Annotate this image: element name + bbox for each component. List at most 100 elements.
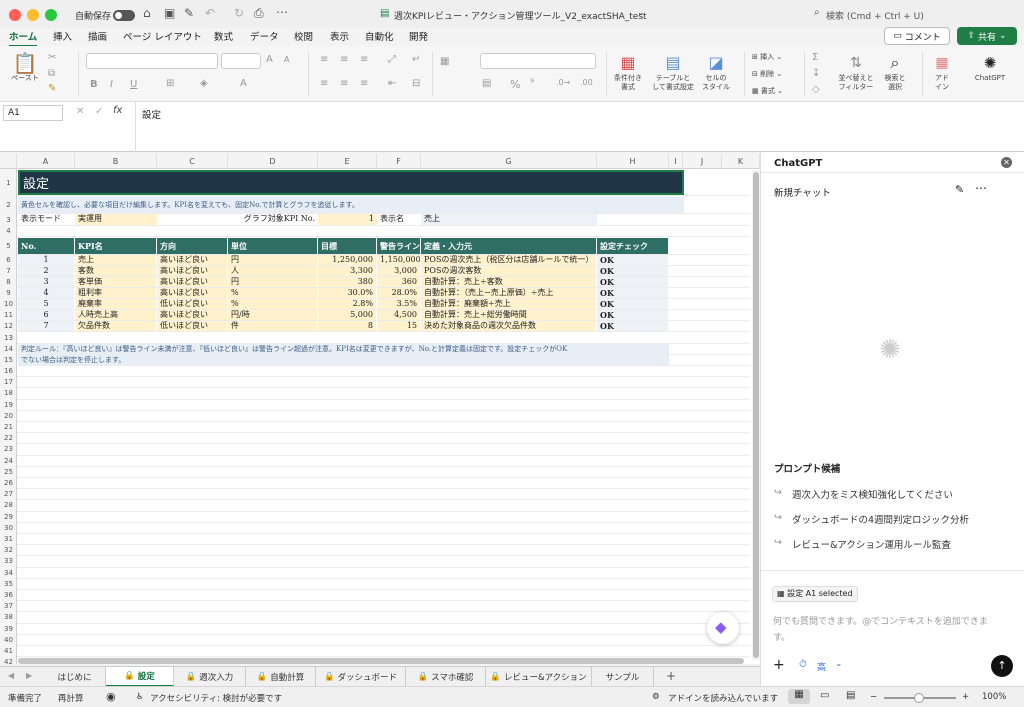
row-header[interactable]: 28	[0, 500, 17, 511]
row-header[interactable]: 41	[0, 646, 17, 657]
row-header[interactable]: 32	[0, 545, 17, 556]
redo-icon[interactable]: ↻	[234, 6, 244, 20]
align-bottom-icon[interactable]: ≡	[360, 54, 368, 65]
share-button[interactable]: ⇪ 共有 ⌄	[957, 27, 1017, 45]
table-cell[interactable]: 廃棄率	[75, 299, 156, 309]
table-cell[interactable]: 円/時	[228, 310, 317, 320]
align-middle-icon[interactable]: ≡	[340, 54, 348, 65]
prompt-suggestion-3[interactable]: レビュー&アクション運用ルール監査	[792, 537, 951, 551]
tab-data[interactable]: データ	[250, 29, 279, 43]
table-cell[interactable]: 客単価	[75, 277, 156, 287]
row-header[interactable]: 6	[0, 255, 17, 266]
row-header[interactable]: 15	[0, 355, 17, 366]
row-header[interactable]: 30	[0, 523, 17, 534]
row-header[interactable]: 35	[0, 579, 17, 590]
table-cell[interactable]: 4,500	[377, 310, 420, 320]
orientation-icon[interactable]: ⤢	[388, 54, 396, 65]
table-cell[interactable]: 円	[228, 277, 317, 287]
table-cell[interactable]: 1	[18, 255, 74, 265]
decrease-font-icon[interactable]: A	[284, 55, 289, 64]
delete-cells-button[interactable]: ⊟ 削除 ⌄	[752, 70, 782, 79]
zoom-slider-thumb[interactable]	[914, 693, 924, 703]
sheet-tab-review-action[interactable]: 🔒 レビュー&アクション	[486, 667, 592, 687]
row-header[interactable]: 25	[0, 467, 17, 478]
zoom-out-icon[interactable]: −	[870, 692, 877, 702]
table-cell[interactable]: 自動計算：売上÷総労働時間	[421, 310, 596, 320]
row-header[interactable]: 7	[0, 266, 17, 277]
decrease-indent-icon[interactable]: ⇤	[388, 78, 396, 89]
row-header[interactable]: 21	[0, 422, 17, 433]
normal-view-icon[interactable]: ▦	[788, 689, 810, 704]
column-header[interactable]: C	[157, 154, 228, 169]
table-cell[interactable]: 円	[228, 255, 317, 265]
table-header-cell[interactable]: No.	[18, 238, 74, 254]
formula-input[interactable]: 設定	[142, 107, 161, 121]
row-header[interactable]: 9	[0, 288, 17, 299]
tab-developer[interactable]: 開発	[409, 29, 428, 43]
table-cell[interactable]: 3,000	[377, 266, 420, 276]
tab-automate[interactable]: 自動化	[365, 29, 394, 43]
table-cell[interactable]: 人時売上高	[75, 310, 156, 320]
number-format-select[interactable]	[480, 53, 596, 69]
column-header[interactable]: K	[722, 154, 760, 169]
font-name-select[interactable]	[86, 53, 218, 69]
table-cell[interactable]: 高いほど良い	[157, 266, 227, 276]
function-icon[interactable]: fx	[113, 105, 122, 116]
column-header[interactable]: F	[377, 154, 421, 169]
row-header[interactable]: 23	[0, 444, 17, 455]
row-header[interactable]: 10	[0, 299, 17, 310]
column-header[interactable]: A	[17, 154, 75, 169]
font-size-select[interactable]	[221, 53, 261, 69]
chatgpt-ribbon-button[interactable]: ✺ ChatGPT	[970, 52, 1010, 83]
tab-draw[interactable]: 描画	[88, 29, 107, 43]
next-sheet-icon[interactable]: ▶	[26, 671, 32, 680]
compose-icon[interactable]: ✎	[955, 183, 964, 196]
tab-view[interactable]: 表示	[330, 29, 349, 43]
row-header[interactable]: 4	[0, 226, 17, 237]
insert-cells-button[interactable]: ⊞ 挿入 ⌄	[752, 53, 782, 62]
table-cell[interactable]: 6	[18, 310, 74, 320]
effort-level[interactable]: 高	[817, 660, 826, 673]
row-header[interactable]: 13	[0, 332, 17, 344]
row-header[interactable]: 27	[0, 489, 17, 500]
row-header[interactable]: 31	[0, 534, 17, 545]
row-header[interactable]: 19	[0, 400, 17, 411]
sheet-tab-auto-calc[interactable]: 🔒 自動計算	[246, 667, 316, 687]
sheet-tab-dashboard[interactable]: 🔒 ダッシュボード	[316, 667, 406, 687]
accessibility-status[interactable]: アクセシビリティ: 検討が必要です	[150, 692, 282, 704]
row-header[interactable]: 29	[0, 512, 17, 523]
row-header[interactable]: 33	[0, 556, 17, 567]
table-cell[interactable]: 高いほど良い	[157, 310, 227, 320]
autosum-icon[interactable]: Σ	[812, 52, 818, 63]
table-cell[interactable]: 3,300	[318, 266, 376, 276]
comma-style-icon[interactable]: ⁹	[530, 78, 534, 89]
table-header-cell[interactable]: 設定チェック	[597, 238, 668, 254]
table-cell[interactable]: 件	[228, 321, 317, 331]
wrap-text-icon[interactable]: ↵	[412, 54, 420, 65]
zoom-level[interactable]: 100%	[982, 692, 1006, 702]
row-header[interactable]: 24	[0, 456, 17, 467]
table-cell[interactable]: 360	[377, 277, 420, 287]
search-input[interactable]: 検索 (Cmd + Ctrl + U)	[826, 9, 924, 22]
table-cell[interactable]: 自動計算：（売上−売上原価）÷売上	[421, 288, 596, 298]
home-icon[interactable]: ⌂	[143, 6, 151, 20]
table-cell[interactable]: 380	[318, 277, 376, 287]
table-cell[interactable]: OK	[597, 321, 668, 331]
table-cell[interactable]: %	[228, 299, 317, 309]
sort-filter-button[interactable]: ⇅ 並べ替えと フィルター	[834, 52, 878, 92]
horizontal-scroll-thumb[interactable]	[18, 658, 744, 664]
addins-button[interactable]: ▦ アド イン	[928, 52, 956, 92]
table-cell[interactable]: OK	[597, 299, 668, 309]
table-cell[interactable]: 自動計算：売上÷客数	[421, 277, 596, 287]
page-layout-view-icon[interactable]: ▭	[820, 690, 829, 701]
table-cell[interactable]: %	[228, 288, 317, 298]
clear-icon[interactable]: ◇	[812, 84, 820, 95]
column-header[interactable]: E	[318, 154, 377, 169]
table-cell[interactable]: 7	[18, 321, 74, 331]
cancel-icon[interactable]: ✕	[76, 106, 84, 117]
sheet-tab-settings[interactable]: 🔒 設定	[106, 667, 174, 687]
table-cell[interactable]: OK	[597, 266, 668, 276]
fill-color-icon[interactable]: ◈	[200, 78, 208, 89]
edit-icon[interactable]: ✎	[184, 6, 194, 20]
font-color-icon[interactable]: A	[240, 78, 247, 89]
